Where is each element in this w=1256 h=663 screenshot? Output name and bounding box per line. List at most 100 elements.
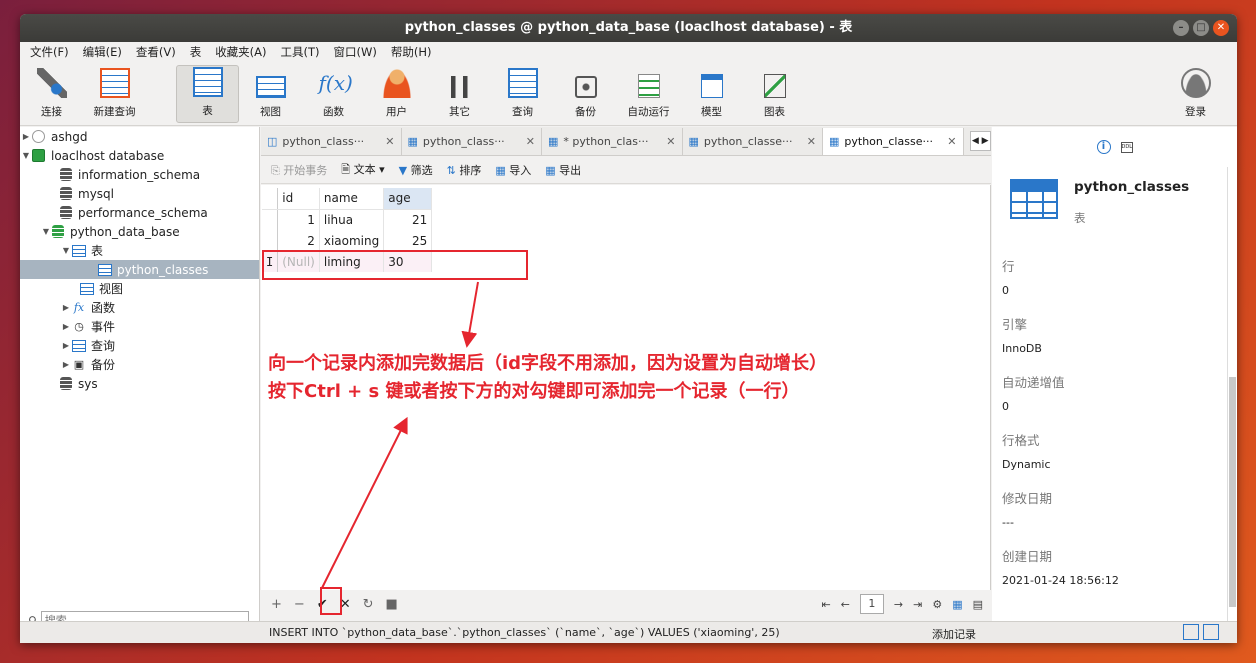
split-right-icon[interactable] [1203, 624, 1219, 640]
tree-item-information-schema[interactable]: information_schema [20, 165, 259, 184]
table-button[interactable]: 表 [176, 65, 239, 123]
first-page-icon[interactable]: ⇤ [821, 598, 830, 611]
table-row[interactable]: 2 xiaoming 25 [262, 230, 433, 251]
other-button[interactable]: 其它 [428, 65, 491, 123]
stop-icon[interactable]: ■ [386, 597, 398, 612]
filter-button[interactable]: ▼ 筛选 [399, 162, 433, 178]
cell-id[interactable]: 1 [277, 209, 320, 230]
info-scrollbar[interactable] [1227, 167, 1237, 621]
auto-run-button[interactable]: 自动运行 [617, 65, 680, 123]
page-number-input[interactable]: 1 [859, 594, 884, 614]
menu-favorites[interactable]: 收藏夹(A) [215, 44, 266, 60]
sort-button[interactable]: ⇅ 排序 [447, 162, 482, 178]
expand-arrow-icon[interactable]: ▶ [60, 322, 72, 331]
cell-name[interactable]: xiaoming [319, 230, 385, 251]
database-icon [60, 187, 72, 200]
add-record-icon[interactable]: + [271, 597, 282, 612]
cell-id[interactable]: 2 [277, 230, 320, 251]
menu-edit[interactable]: 编辑(E) [83, 44, 122, 60]
close-icon[interactable]: ✕ [1213, 20, 1229, 36]
info-icon[interactable]: i [1096, 140, 1111, 154]
tab-close-icon[interactable]: ✕ [526, 135, 535, 148]
import-button[interactable]: ▦ 导入 [495, 162, 531, 178]
begin-transaction-button[interactable]: ⎘ 开始事务 [271, 162, 327, 178]
collapse-arrow-icon[interactable]: ▼ [20, 151, 32, 160]
menu-help[interactable]: 帮助(H) [391, 44, 432, 60]
tree-item-functions[interactable]: ▶ fx 函数 [20, 298, 259, 317]
tab-python-classes-2[interactable]: ▦ python_class··· ✕ [402, 128, 542, 155]
prev-page-icon[interactable]: ← [841, 598, 850, 611]
table-row[interactable]: 1 lihua 21 [262, 209, 433, 230]
maximize-icon[interactable]: □ [1193, 20, 1209, 36]
tree-item-localhost[interactable]: ▼ loaclhost database [20, 146, 259, 165]
tab-close-icon[interactable]: ✕ [666, 135, 675, 148]
delete-record-icon[interactable]: − [294, 597, 305, 612]
query-button[interactable]: 查询 [491, 65, 554, 123]
tree-item-label: 备份 [91, 358, 116, 372]
tree-item-ashgd[interactable]: ▶ ashgd [20, 127, 259, 146]
export-button[interactable]: ▦ 导出 [545, 162, 581, 178]
title-bar[interactable]: python_classes @ python_data_base (loacl… [20, 14, 1237, 42]
row-header[interactable] [262, 209, 279, 230]
tab-scroll-arrows[interactable]: ◀ ▶ [969, 131, 991, 151]
view-button[interactable]: 视图 [239, 65, 302, 123]
tree-item-performance-schema[interactable]: performance_schema [20, 203, 259, 222]
user-button[interactable]: 用户 [365, 65, 428, 123]
function-button[interactable]: f(x) 函数 [302, 65, 365, 123]
new-query-button[interactable]: 新建查询 [83, 65, 146, 123]
menu-file[interactable]: 文件(F) [30, 44, 69, 60]
tab-python-classes-1[interactable]: ◫ python_class··· ✕ [261, 128, 402, 155]
tab-close-icon[interactable]: ✕ [947, 135, 956, 148]
expand-arrow-icon[interactable]: ▶ [60, 341, 72, 350]
chart-button[interactable]: 图表 [743, 65, 806, 123]
tree-item-python-data-base[interactable]: ▼ python_data_base [20, 222, 259, 241]
tree-item-sys[interactable]: sys [20, 374, 259, 393]
backup-button[interactable]: 备份 [554, 65, 617, 123]
column-header-id[interactable]: id [277, 188, 320, 210]
collapse-arrow-icon[interactable]: ▼ [40, 227, 52, 236]
tree-item-backups[interactable]: ▶ ▣ 备份 [20, 355, 259, 374]
row-header[interactable] [262, 230, 279, 251]
ddl-icon[interactable]: DDL [1120, 141, 1133, 153]
tab-python-classes-3[interactable]: ▦ * python_clas··· ✕ [542, 128, 683, 155]
cell-age[interactable]: 21 [383, 209, 433, 230]
tab-close-icon[interactable]: ✕ [385, 135, 394, 148]
settings-gear-icon[interactable]: ⚙ [932, 598, 942, 611]
clock-icon: ◷ [74, 320, 84, 333]
connect-button[interactable]: 连接 [20, 65, 83, 123]
column-header-name[interactable]: name [319, 188, 385, 210]
column-header-age[interactable]: age [383, 188, 433, 210]
tab-python-classes-4[interactable]: ▦ python_classe··· ✕ [683, 128, 823, 155]
refresh-icon[interactable]: ↻ [363, 597, 374, 612]
expand-arrow-icon[interactable]: ▶ [60, 303, 72, 312]
cell-name[interactable]: lihua [319, 209, 385, 230]
tab-close-icon[interactable]: ✕ [807, 135, 816, 148]
menu-window[interactable]: 窗口(W) [334, 44, 377, 60]
tree-item-label: 查询 [91, 339, 116, 353]
tree-item-events[interactable]: ▶ ◷ 事件 [20, 317, 259, 336]
last-page-icon[interactable]: ⇥ [913, 598, 922, 611]
model-button[interactable]: 模型 [680, 65, 743, 123]
form-view-icon[interactable]: ▤ [973, 598, 983, 611]
menu-table[interactable]: 表 [190, 44, 202, 60]
tree-item-mysql[interactable]: mysql [20, 184, 259, 203]
grid-view-icon[interactable]: ▦ [952, 598, 962, 611]
tree-item-python-classes[interactable]: python_classes [20, 260, 259, 279]
menu-view[interactable]: 查看(V) [136, 44, 176, 60]
menu-tools[interactable]: 工具(T) [281, 44, 320, 60]
minimize-icon[interactable]: – [1173, 20, 1189, 36]
next-page-icon[interactable]: → [894, 598, 903, 611]
expand-arrow-icon[interactable]: ▶ [20, 132, 32, 141]
scrollbar-thumb[interactable] [1229, 377, 1236, 607]
tree-item-label: 函数 [91, 301, 116, 315]
login-button[interactable]: 登录 [1164, 65, 1227, 123]
expand-arrow-icon[interactable]: ▶ [60, 360, 72, 369]
cell-age[interactable]: 25 [383, 230, 433, 251]
tree-item-tables[interactable]: ▼ 表 [20, 241, 259, 260]
tab-python-classes-5[interactable]: ▦ python_classe··· ✕ [823, 128, 964, 155]
text-button[interactable]: 🗎 文本 ▾ [341, 161, 384, 180]
split-left-icon[interactable] [1183, 624, 1199, 640]
tree-item-queries[interactable]: ▶ 查询 [20, 336, 259, 355]
tree-item-views[interactable]: 视图 [20, 279, 259, 298]
collapse-arrow-icon[interactable]: ▼ [60, 246, 72, 255]
